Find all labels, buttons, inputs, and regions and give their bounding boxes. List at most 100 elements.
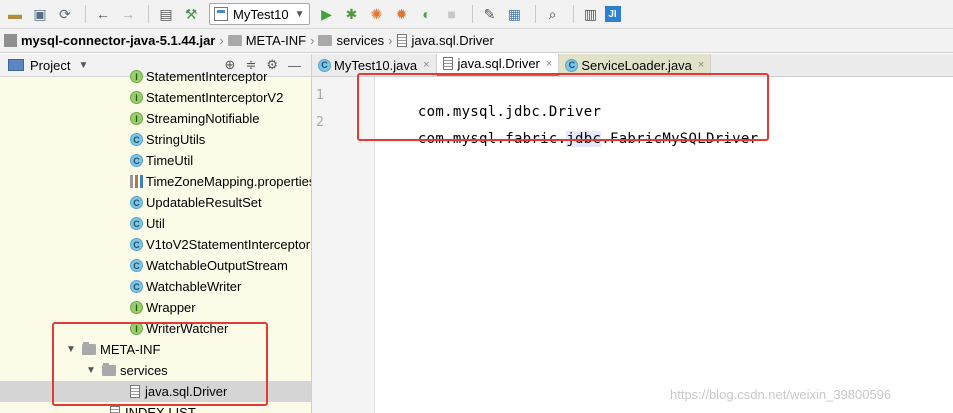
- text-file-icon: [110, 406, 120, 413]
- tree-item-label: java.sql.Driver: [145, 384, 228, 399]
- tree-item[interactable]: I StatementInterceptorV2: [0, 87, 311, 108]
- class-icon: C: [130, 196, 143, 209]
- close-icon[interactable]: ×: [546, 58, 552, 70]
- tree-item[interactable]: I StreamingNotifiable: [0, 108, 311, 129]
- tree-item-label: V1toV2StatementInterceptor: [146, 237, 311, 252]
- tree-item-label: StringUtils: [146, 132, 206, 147]
- code-text-highlight: jdbc: [566, 131, 602, 147]
- stop-icon[interactable]: ■: [441, 3, 463, 25]
- interface-icon: I: [130, 70, 143, 83]
- coverage-icon[interactable]: ✺: [366, 3, 388, 25]
- toolbar-separator: [572, 5, 574, 23]
- tab-serviceloader[interactable]: C ServiceLoader.java ×: [559, 54, 712, 76]
- toolbar-separator: [85, 5, 86, 23]
- breadcrumb-item-services[interactable]: services ›: [318, 33, 393, 48]
- run-configuration-label: MyTest10: [233, 6, 289, 22]
- tree-folder-meta-inf[interactable]: ▼ META-INF: [0, 339, 311, 360]
- project-tool-window: Project ▼ ⊕ ≑ ⚙ — I StatementInterceptor…: [0, 54, 312, 413]
- tree-item[interactable]: C WatchableWriter: [0, 276, 311, 297]
- tree-item[interactable]: C Util: [0, 213, 311, 234]
- tree-item-java-sql-driver[interactable]: java.sql.Driver: [0, 381, 311, 402]
- folder-icon: [102, 363, 116, 376]
- breadcrumb: mysql-connector-java-5.1.44.jar › META-I…: [0, 29, 953, 53]
- close-icon[interactable]: ×: [698, 59, 704, 71]
- search-icon[interactable]: ⌕: [542, 3, 564, 25]
- back-icon[interactable]: ←: [92, 3, 114, 25]
- class-icon: C: [130, 217, 143, 230]
- code-line-2[interactable]: com.mysql.fabric.jdbc.FabricMySQLDriver: [383, 115, 758, 163]
- tab-mytest10[interactable]: C MyTest10.java ×: [312, 54, 437, 76]
- breadcrumb-file-label: java.sql.Driver: [411, 33, 494, 48]
- tab-label: java.sql.Driver: [457, 56, 540, 71]
- sync-icon[interactable]: ⟳: [54, 3, 76, 25]
- tab-label: ServiceLoader.java: [581, 57, 692, 73]
- toolbar-separator: [471, 5, 473, 23]
- breadcrumb-folder1-label: META-INF: [245, 33, 307, 48]
- chevron-down-icon[interactable]: ▼: [64, 344, 78, 355]
- text-file-icon: [396, 34, 407, 47]
- interface-icon: I: [130, 91, 143, 104]
- tree-item[interactable]: C StringUtils: [0, 129, 311, 150]
- save-icon[interactable]: ▣: [29, 3, 51, 25]
- terminal-icon[interactable]: ▥: [580, 3, 602, 25]
- tree-item[interactable]: C UpdatableResultSet: [0, 192, 311, 213]
- code-editor[interactable]: com.mysql.jdbc.Driver com.mysql.fabric.j…: [375, 77, 953, 413]
- breadcrumb-separator: ›: [388, 33, 393, 48]
- build-icon[interactable]: ⚒: [180, 3, 202, 25]
- tree-item[interactable]: C TimeUtil: [0, 150, 311, 171]
- sdk-icon[interactable]: ▦: [504, 3, 526, 25]
- watermark: https://blog.csdn.net/weixin_39800596: [670, 387, 892, 402]
- tree-item-label: services: [120, 363, 168, 378]
- properties-file-icon: [130, 175, 143, 188]
- debug-icon[interactable]: ✱: [341, 3, 363, 25]
- tree-item[interactable]: C V1toV2StatementInterceptor: [0, 234, 311, 255]
- breadcrumb-folder2-label: services: [336, 33, 385, 48]
- tree-item[interactable]: I Wrapper: [0, 297, 311, 318]
- profile-icon[interactable]: ✹: [391, 3, 413, 25]
- tab-java-sql-driver[interactable]: java.sql.Driver ×: [436, 54, 560, 76]
- run-icon[interactable]: ▶: [316, 3, 338, 25]
- breadcrumb-item-file[interactable]: java.sql.Driver: [396, 33, 494, 48]
- run-configuration-select[interactable]: MyTest10 ▼: [209, 3, 310, 25]
- chevron-down-icon[interactable]: ▼: [84, 365, 98, 376]
- tree-item-label: META-INF: [100, 342, 161, 357]
- class-icon: C: [130, 238, 143, 251]
- jrebel-icon[interactable]: JI: [604, 6, 621, 22]
- tree-item-label: INDEX.LIST: [125, 405, 196, 413]
- jar-icon: [4, 34, 17, 47]
- tab-label: MyTest10.java: [334, 57, 418, 73]
- main-toolbar: ▬ ▣ ⟳ ← → ▤ ⚒ MyTest10 ▼ ▶ ✱ ✺ ✹ ◐ ■ ✎ ▦…: [0, 0, 953, 29]
- breadcrumb-item-jar[interactable]: mysql-connector-java-5.1.44.jar ›: [4, 33, 224, 48]
- tree-item[interactable]: I StatementInterceptor: [0, 66, 311, 87]
- run-with-icon[interactable]: ◐: [416, 3, 438, 25]
- close-icon[interactable]: ×: [423, 59, 429, 71]
- interface-icon: I: [130, 112, 143, 125]
- open-icon[interactable]: ▬: [4, 3, 26, 25]
- code-text: .FabricMySQLDriver: [601, 131, 759, 147]
- tree-item[interactable]: C WatchableOutputStream: [0, 255, 311, 276]
- breadcrumb-item-meta-inf[interactable]: META-INF ›: [227, 33, 314, 48]
- tree-item[interactable]: INDEX.LIST: [0, 402, 311, 413]
- tree-item[interactable]: TimeZoneMapping.properties: [0, 171, 312, 192]
- line-number: 2: [316, 115, 324, 130]
- class-icon: C: [130, 154, 143, 167]
- tree-item-label: TimeZoneMapping.properties: [146, 174, 312, 189]
- line-number: 1: [316, 88, 324, 103]
- tree-item-label: TimeUtil: [146, 153, 194, 168]
- class-icon: C: [130, 133, 143, 146]
- tree-folder-services[interactable]: ▼ services: [0, 360, 311, 381]
- code-text: com.mysql.fabric.: [417, 131, 567, 147]
- tree-item[interactable]: I WriterWatcher: [0, 318, 311, 339]
- forward-icon[interactable]: →: [117, 3, 139, 25]
- tree-item-label: StatementInterceptor: [146, 69, 268, 84]
- class-icon: C: [130, 280, 143, 293]
- editor-gutter: 1 2: [312, 77, 375, 413]
- class-icon: C: [318, 58, 331, 72]
- interface-icon: I: [130, 322, 143, 335]
- breadcrumb-jar-label: mysql-connector-java-5.1.44.jar: [21, 33, 216, 48]
- chevron-down-icon: ▼: [294, 8, 305, 20]
- folder-icon: [82, 342, 96, 355]
- settings-icon[interactable]: ✎: [479, 3, 501, 25]
- toolbar-separator: [534, 5, 536, 23]
- project-structure-icon[interactable]: ▤: [155, 3, 177, 25]
